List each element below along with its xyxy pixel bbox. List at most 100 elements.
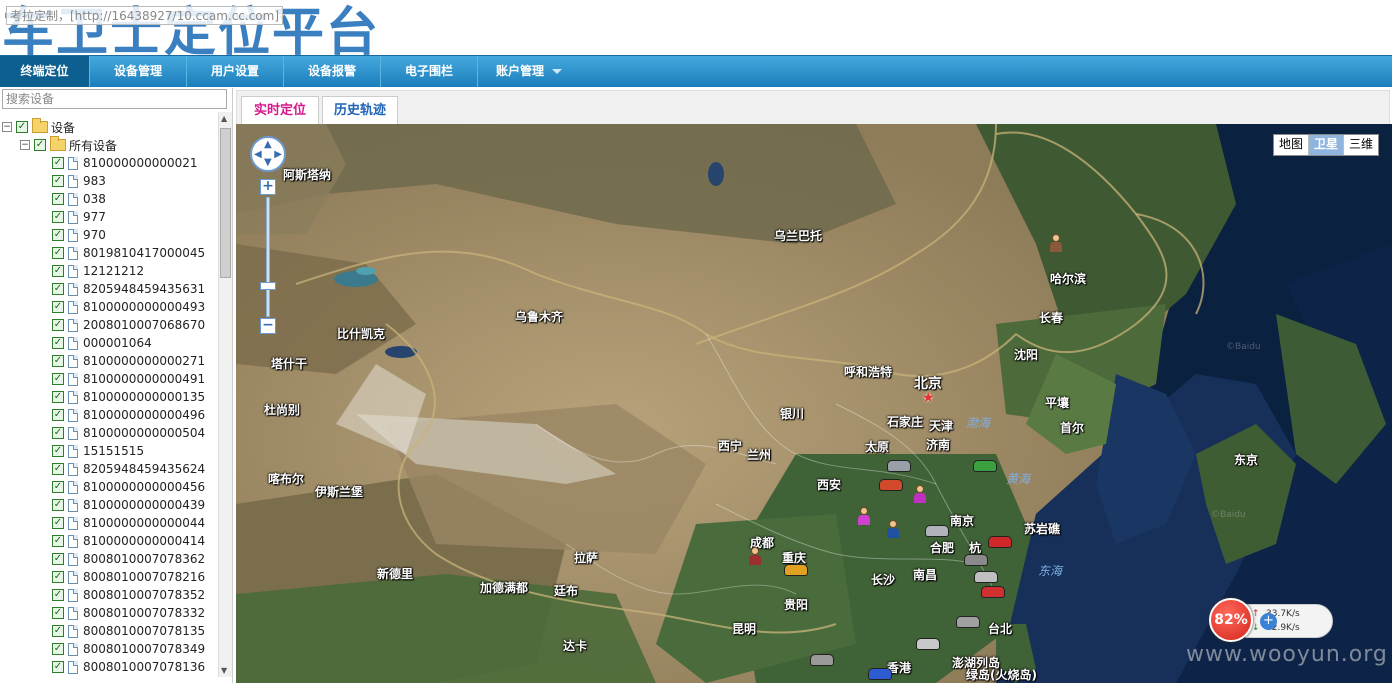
device-list-item[interactable]: ✓ 8100000000000414 [52,532,205,550]
person-marker-icon[interactable] [857,507,871,525]
device-search-input[interactable] [2,89,227,109]
checkbox-checked-icon[interactable]: ✓ [52,211,64,223]
tab-realtime-location[interactable]: 实时定位 [241,96,319,125]
checkbox-checked-icon[interactable]: ✓ [52,589,64,601]
plus-icon[interactable]: + [1260,613,1277,630]
checkbox-checked-icon[interactable]: ✓ [52,571,64,583]
nav-user-settings[interactable]: 用户设置 [187,56,284,87]
checkbox-checked-icon[interactable]: ✓ [52,229,64,241]
device-list-item[interactable]: ✓ 038 [52,190,106,208]
device-id-label[interactable]: 983 [83,174,106,188]
car-marker-icon[interactable] [964,554,988,566]
checkbox-checked-icon[interactable]: ✓ [52,607,64,619]
tab-history-track[interactable]: 历史轨迹 [322,96,398,125]
car-marker-icon[interactable] [981,586,1005,598]
person-marker-icon[interactable] [913,485,927,503]
device-list-item[interactable]: ✓ 8100000000000493 [52,298,205,316]
device-id-label[interactable]: 8100000000000271 [83,354,205,368]
checkbox-checked-icon[interactable]: ✓ [52,193,64,205]
nav-device-management[interactable]: 设备管理 [90,56,187,87]
checkbox-checked-icon[interactable]: ✓ [52,337,64,349]
checkbox-checked-icon[interactable]: ✓ [52,175,64,187]
nav-terminal-locate[interactable]: 终端定位 [0,56,90,87]
car-marker-icon[interactable] [925,525,949,537]
device-list-item[interactable]: ✓ 8008010007078135 [52,622,205,640]
car-marker-icon[interactable] [974,571,998,583]
checkbox-checked-icon[interactable]: ✓ [52,535,64,547]
device-list-item[interactable]: ✓ 8008010007078216 [52,568,205,586]
device-list-item[interactable]: ✓ 970 [52,226,106,244]
device-list-item[interactable]: ✓ 8008010007078362 [52,550,205,568]
device-list-item[interactable]: ✓ 8100000000000439 [52,496,205,514]
device-id-label[interactable]: 810000000000021 [83,156,198,170]
device-list-item[interactable]: ✓ 000001064 [52,334,152,352]
device-list-item[interactable]: ✓ 8100000000000271 [52,352,205,370]
pan-down-icon[interactable]: ▼ [264,158,272,168]
device-list-item[interactable]: ✓ 810000000000021 [52,154,198,172]
device-id-label[interactable]: 8100000000000414 [83,534,205,548]
car-marker-icon[interactable] [887,460,911,472]
zoom-slider-thumb[interactable] [260,282,276,290]
device-list-item[interactable]: ✓ 8100000000000044 [52,514,205,532]
car-marker-icon[interactable] [988,536,1012,548]
checkbox-checked-icon[interactable]: ✓ [34,139,46,151]
person-marker-icon[interactable] [748,547,762,565]
car-marker-icon[interactable] [810,654,834,666]
checkbox-checked-icon[interactable]: ✓ [52,643,64,655]
car-marker-icon[interactable] [879,479,903,491]
device-id-label[interactable]: 8100000000000491 [83,372,205,386]
car-marker-icon[interactable] [956,616,980,628]
device-id-label[interactable]: 8100000000000456 [83,480,205,494]
checkbox-checked-icon[interactable]: ✓ [52,517,64,529]
nav-geofence[interactable]: 电子围栏 [381,56,478,87]
device-list-item[interactable]: ✓ 8100000000000456 [52,478,205,496]
checkbox-checked-icon[interactable]: ✓ [52,301,64,313]
device-id-label[interactable]: 8100000000000044 [83,516,205,530]
checkbox-checked-icon[interactable]: ✓ [52,247,64,259]
checkbox-checked-icon[interactable]: ✓ [52,283,64,295]
device-id-label[interactable]: 8100000000000504 [83,426,205,440]
device-id-label[interactable]: 8008010007078332 [83,606,205,620]
pan-right-icon[interactable]: ▶ [274,150,282,160]
network-speed-widget[interactable]: ↑ 33.7K/s ↓ 82.9K/s + 82% [1209,598,1334,644]
tree-root-label[interactable]: 设备 [51,119,75,136]
map-pan-control[interactable]: ▲ ▼ ◀ ▶ [250,136,286,172]
pan-up-icon[interactable]: ▲ [264,140,272,150]
pan-left-icon[interactable]: ◀ [254,150,262,160]
device-list-item[interactable]: ✓ 8100000000000504 [52,424,205,442]
checkbox-checked-icon[interactable]: ✓ [52,391,64,403]
map-type-satellite-button[interactable]: 卫星 [1308,135,1344,155]
car-marker-icon[interactable] [868,668,892,680]
zoom-out-button[interactable]: − [260,318,276,334]
device-id-label[interactable]: 2008010007068670 [83,318,205,332]
device-list-item[interactable]: ✓ 15151515 [52,442,144,460]
device-id-label[interactable]: 8100000000000135 [83,390,205,404]
device-id-label[interactable]: 8008010007078349 [83,642,205,656]
device-id-label[interactable]: 8100000000000493 [83,300,205,314]
device-id-label[interactable]: 8008010007078362 [83,552,205,566]
collapse-icon[interactable]: − [20,140,30,150]
checkbox-checked-icon[interactable]: ✓ [52,373,64,385]
device-id-label[interactable]: 000001064 [83,336,152,350]
device-id-label[interactable]: 8008010007078352 [83,588,205,602]
device-list-item[interactable]: ✓ 8205948459435624 [52,460,205,478]
device-id-label[interactable]: 8205948459435631 [83,282,205,296]
person-marker-icon[interactable] [1049,234,1063,252]
device-list-item[interactable]: ✓ 8100000000000135 [52,388,205,406]
tree-scrollbar[interactable]: ▲ ▼ [218,112,232,677]
device-id-label[interactable]: 12121212 [83,264,144,278]
checkbox-checked-icon[interactable]: ✓ [52,499,64,511]
map-type-3d-button[interactable]: 三维 [1344,135,1378,155]
nav-device-alarm[interactable]: 设备报警 [284,56,381,87]
car-marker-icon[interactable] [916,638,940,650]
checkbox-checked-icon[interactable]: ✓ [52,553,64,565]
scroll-up-icon[interactable]: ▲ [221,114,227,123]
device-id-label[interactable]: 977 [83,210,106,224]
device-id-label[interactable]: 8100000000000496 [83,408,205,422]
checkbox-checked-icon[interactable]: ✓ [52,319,64,331]
device-list-item[interactable]: ✓ 8100000000000496 [52,406,205,424]
device-list-item[interactable]: ✓ 977 [52,208,106,226]
device-list-item[interactable]: ✓ 8008010007078352 [52,586,205,604]
device-list-item[interactable]: ✓ 8019810417000045 [52,244,205,262]
device-list-item[interactable]: ✓ 8008010007078332 [52,604,205,622]
